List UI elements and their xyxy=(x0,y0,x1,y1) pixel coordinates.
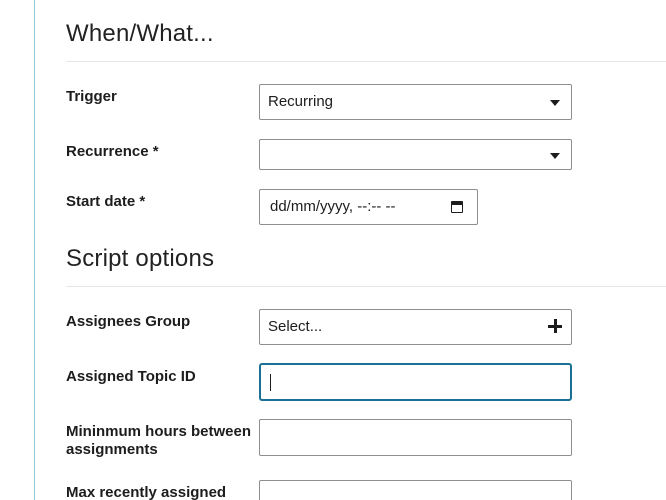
start-date-input[interactable]: dd/mm/yyyy, --:-- -- xyxy=(259,189,478,225)
assigned-topic-id-input[interactable] xyxy=(259,363,572,401)
section-divider xyxy=(66,61,666,62)
assigned-topic-id-label: Assigned Topic ID xyxy=(66,368,196,385)
min-hours-label: Mininmum hours between assignments xyxy=(66,423,252,458)
recurrence-select[interactable] xyxy=(259,139,572,170)
min-hours-input[interactable] xyxy=(259,419,572,456)
section-heading-script-options: Script options xyxy=(66,245,215,272)
text-cursor xyxy=(270,374,271,391)
calendar-icon[interactable] xyxy=(451,201,463,213)
max-recently-assigned-label: Max recently assigned xyxy=(66,484,227,500)
trigger-label: Trigger xyxy=(66,88,117,105)
trigger-select[interactable]: Recurring xyxy=(259,84,572,120)
chevron-down-icon xyxy=(550,100,560,106)
automation-form-page: When/What... Trigger Recurring Recurrenc… xyxy=(0,0,666,500)
assignees-group-label: Assignees Group xyxy=(66,313,191,330)
chevron-down-icon xyxy=(550,153,560,159)
trigger-select-value: Recurring xyxy=(268,93,334,110)
recurrence-label: Recurrence * xyxy=(66,143,159,160)
start-date-label: Start date * xyxy=(66,193,146,210)
left-accent-rule xyxy=(34,0,35,500)
max-recently-assigned-input[interactable] xyxy=(259,480,572,500)
plus-icon[interactable] xyxy=(548,319,562,333)
section-heading-when-what: When/What... xyxy=(66,20,214,47)
assignees-group-select-value: Select... xyxy=(268,318,323,335)
section-divider xyxy=(66,286,666,287)
start-date-placeholder: dd/mm/yyyy, --:-- -- xyxy=(270,198,396,215)
assignees-group-select[interactable]: Select... xyxy=(259,309,572,345)
